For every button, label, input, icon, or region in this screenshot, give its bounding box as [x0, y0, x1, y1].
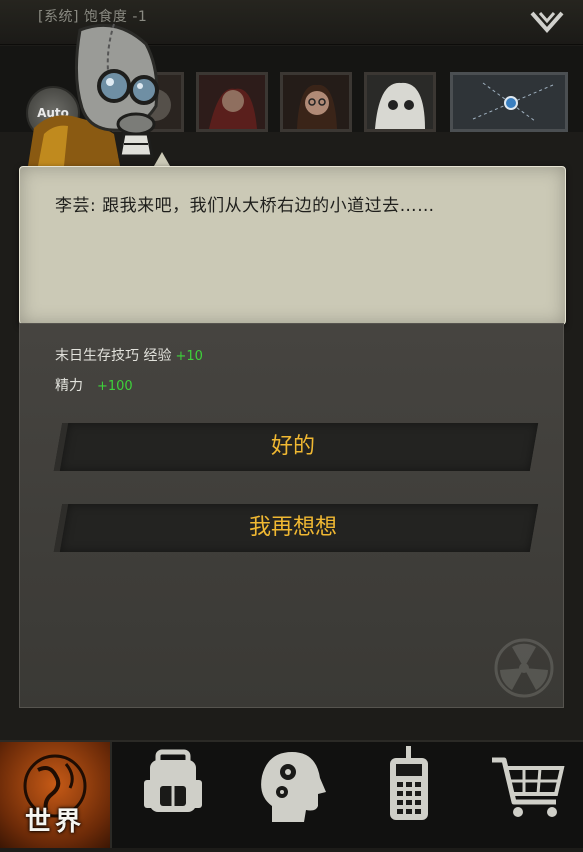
nav-world-label: 世界 — [24, 807, 85, 837]
minimap-thumbnail[interactable] — [450, 72, 568, 132]
event-panel: 末日生存技巧 经验 +10 精力 +100 好的 我再想想 — [19, 323, 564, 708]
reward-row: 精力 +100 — [55, 375, 133, 395]
character-portrait-icon — [199, 75, 265, 129]
choice-label: 好的 — [270, 434, 315, 459]
dialog-box: 李芸: 跟我来吧，我们从大桥右边的小道过去…… — [19, 166, 566, 325]
nav-backpack-tab[interactable] — [118, 742, 228, 848]
choice-label: 我再想想 — [248, 515, 337, 540]
bottom-nav: 世界 — [0, 740, 583, 848]
reward-label: 末日生存技巧 经验 — [55, 348, 172, 364]
backpack-icon — [144, 749, 202, 812]
nav-skills-tab[interactable] — [236, 742, 346, 848]
choice-think-again-button[interactable]: 我再想想 — [53, 504, 539, 552]
dialog-text: 李芸: 跟我来吧，我们从大桥右边的小道过去…… — [55, 196, 435, 216]
skills-head-icon — [261, 752, 326, 822]
reward-label: 精力 — [55, 378, 83, 394]
party-portrait-4[interactable] — [364, 72, 436, 132]
cart-icon — [492, 757, 565, 817]
reward-amount: +10 — [175, 349, 203, 364]
nav-radio-tab[interactable] — [354, 742, 464, 848]
speaker-gasmask-avatar — [28, 23, 170, 166]
radio-icon — [390, 746, 428, 820]
character-portrait-icon — [283, 75, 349, 129]
choice-ok-button[interactable]: 好的 — [53, 423, 539, 471]
collapse-chevron-icon[interactable] — [529, 8, 565, 38]
party-portrait-3[interactable] — [280, 72, 352, 132]
radiation-icon — [494, 638, 554, 698]
nav-shop-tab[interactable] — [472, 742, 582, 848]
reward-row: 末日生存技巧 经验 +10 — [55, 345, 203, 365]
character-portrait-icon — [367, 75, 433, 129]
reward-amount: +100 — [97, 379, 133, 394]
nav-world-tab[interactable]: 世界 — [0, 742, 112, 848]
map-icon — [472, 82, 554, 122]
party-portrait-2[interactable] — [196, 72, 268, 132]
